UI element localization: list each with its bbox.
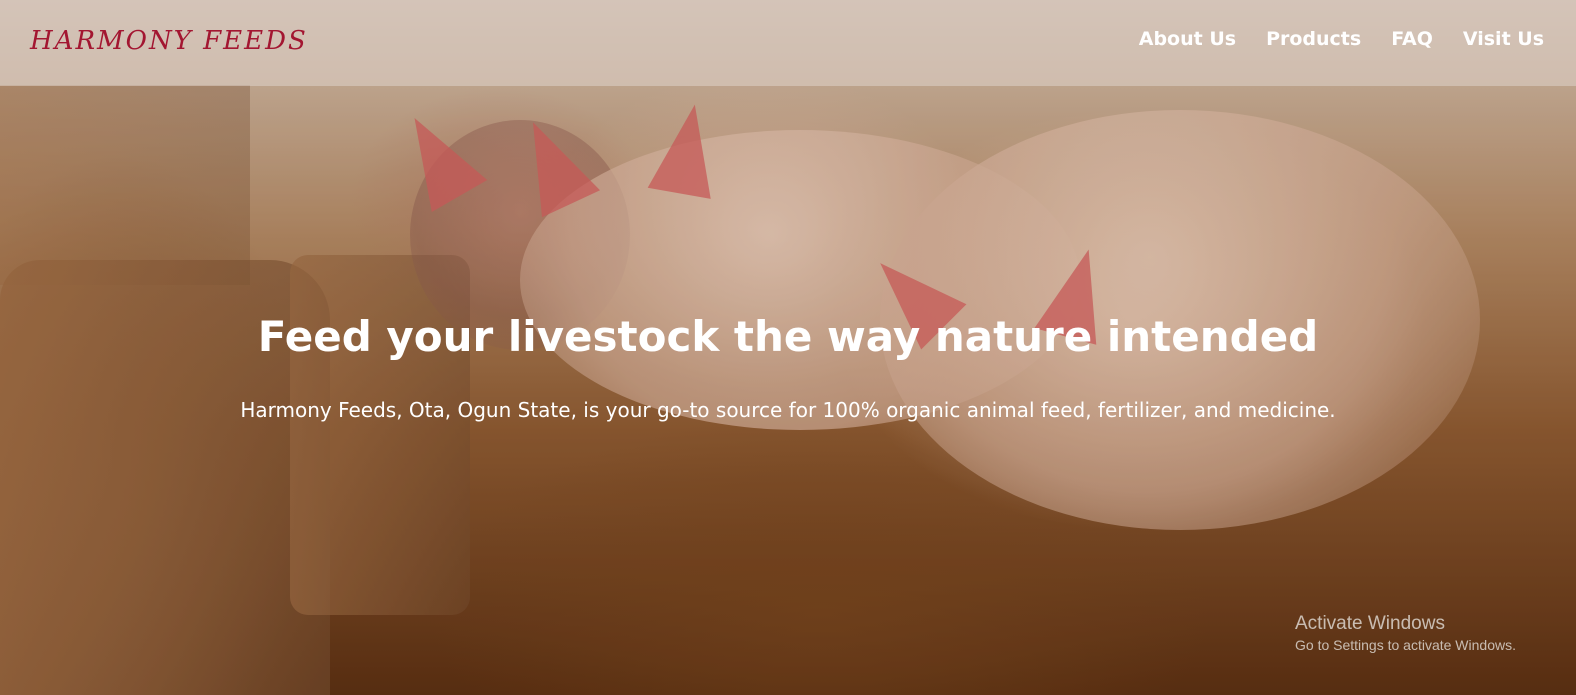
nav-faq[interactable]: FAQ	[1391, 28, 1433, 50]
windows-activation-watermark: Activate Windows Go to Settings to activ…	[1295, 613, 1516, 653]
site-logo[interactable]: HARMONY FEEDS	[30, 26, 308, 56]
top-navbar: HARMONY FEEDS About Us Products FAQ Visi…	[0, 0, 1576, 86]
hero-background: HARMONY FEEDS About Us Products FAQ Visi…	[0, 0, 1576, 695]
nav-about-us[interactable]: About Us	[1139, 28, 1236, 50]
hero-title: Feed your livestock the way nature inten…	[257, 312, 1319, 362]
nav-visit-us[interactable]: Visit Us	[1463, 28, 1544, 50]
watermark-title: Activate Windows	[1295, 613, 1445, 634]
main-nav: About Us Products FAQ Visit Us	[1139, 28, 1544, 50]
hero-subtitle: Harmony Feeds, Ota, Ogun State, is your …	[240, 398, 1336, 422]
watermark-subtitle: Go to Settings to activate Windows.	[1295, 637, 1516, 653]
nav-products[interactable]: Products	[1266, 28, 1361, 50]
